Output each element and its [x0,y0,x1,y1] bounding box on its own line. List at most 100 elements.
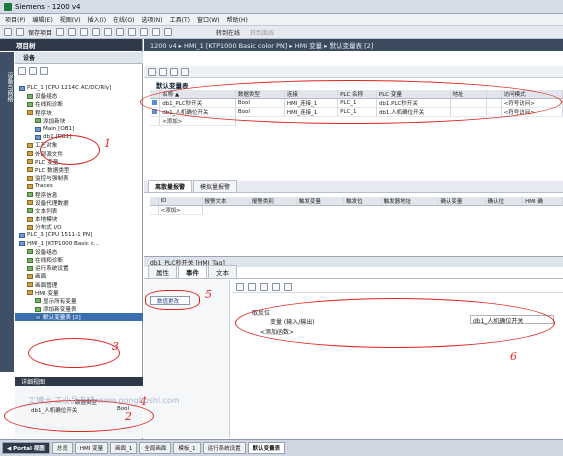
tree-node[interactable]: 文本列表 [15,207,143,215]
menu-item-5[interactable]: 选项(N) [141,15,162,24]
tree-node[interactable]: 在线和诊断 [15,100,143,108]
side-tab-strip[interactable]: 设备与网络 [0,52,14,372]
upload-icon[interactable] [164,28,173,36]
add-alarm-row[interactable]: <添加> [150,205,563,215]
taskbar-item-3[interactable]: 全局画面 [139,442,172,454]
tree-node-icon [27,224,33,230]
open-project-icon[interactable] [16,28,24,36]
export-icon[interactable] [170,67,178,76]
tree-node[interactable]: 本地模块 [15,215,143,223]
alarm-table: ID 报警文本 报警类别 触发变量 触发位 触发器地址 确认变量 确认位 HMI 确 <添加> [150,197,563,215]
back-icon[interactable] [18,67,26,75]
alarm-col-header[interactable]: 触发器地址 [381,197,439,206]
delete-icon[interactable] [104,28,113,36]
taskbar-item-4[interactable]: 模板_1 [173,442,201,454]
tab-analog-alarms[interactable]: 模拟量报警 [193,180,238,192]
tree-node-label: 程序块 [35,110,52,117]
menu-item-6[interactable]: 工具(T) [170,15,190,24]
tree-node[interactable]: 添加新块 [15,117,143,125]
tree-node[interactable]: 程序块 [15,109,143,117]
refresh-icon[interactable] [40,67,48,75]
tree-node-icon [27,142,33,148]
editor-breadcrumb: 1200 v4 ▸ HMI_1 [KTP1000 Basic color PN]… [144,39,563,51]
portal-view-button[interactable]: ◀ Portal 视图 [2,442,50,454]
grid-icon[interactable] [272,282,280,291]
taskbar-item-2[interactable]: 画面_1 [110,442,138,454]
tree-node[interactable]: 设备组态 [15,248,143,256]
tree-node[interactable]: PLC_1 [CPU 1214C AC/DC/Rly] [15,84,143,92]
tree-node-icon [27,151,33,157]
list-icon[interactable] [260,282,268,291]
tree-node-label: 本地模块 [35,217,58,224]
tab-discrete-alarms[interactable]: 离散量报警 [148,180,193,192]
menu-item-0[interactable]: 项目(P) [5,15,25,24]
tab-events[interactable]: 事件 [178,265,207,278]
menu-item-3[interactable]: 插入(I) [88,15,106,24]
download-icon[interactable] [152,28,161,36]
tree-node[interactable]: 画面管理 [15,281,143,289]
tree-node[interactable]: PLC 数据类型 [15,166,143,174]
tab-texts[interactable]: 文本 [208,265,237,278]
tree-node[interactable]: 在线和诊断 [15,256,143,264]
tree-node[interactable]: 默认变量表 [2] [15,313,143,322]
alarm-col-header[interactable]: ID [158,197,203,206]
save-project-button[interactable]: 保存项目 [28,28,52,37]
print-icon[interactable] [56,28,65,36]
taskbar-item-6[interactable]: 默认变量表 [247,442,286,454]
devices-tab[interactable]: 设备 [15,52,143,64]
menu-item-2[interactable]: 视图(V) [60,15,81,24]
forward-icon[interactable] [29,67,37,75]
alarm-col-header[interactable]: 触发变量 [296,197,345,206]
delete-function-icon[interactable] [284,282,292,291]
cut-icon[interactable] [68,28,77,36]
tree-node[interactable]: 添加新变量表 [15,305,143,313]
tree-node[interactable]: 显示所有变量 [15,297,143,305]
menu-item-8[interactable]: 帮助(H) [227,15,248,24]
tree-node[interactable]: Traces [15,182,143,190]
copy-icon[interactable] [80,28,89,36]
redo-icon[interactable] [128,28,137,36]
new-project-icon[interactable] [4,28,12,36]
tree-node[interactable]: 程序信息 [15,190,143,199]
annotation-circle-tag-table-tree [28,338,120,368]
move-down-icon[interactable] [248,282,256,291]
compile-icon[interactable] [140,28,149,36]
tree-node[interactable]: 设备组态 [15,92,143,100]
alarm-col-header[interactable]: 报警类别 [249,197,297,206]
go-offline-button[interactable]: 转到离线 [250,28,274,37]
alarm-col-header[interactable]: HMI 确 [522,197,563,206]
taskbar-item-5[interactable]: 运行系统设置 [202,442,246,454]
add-row-icon[interactable] [148,67,156,76]
filter-icon[interactable] [181,67,189,76]
taskbar-item-0[interactable]: 总览 [51,442,73,454]
tree-node[interactable]: 设备代理数据 [15,199,143,207]
annotation-5: 5 [205,288,212,301]
taskbar-item-1[interactable]: HMI 变量 [74,442,109,454]
details-view-title[interactable]: 详细视图 [15,377,143,386]
tree-node[interactable]: HMI_1 [KTP1000 Basic c... [15,240,143,248]
tree-node[interactable]: Main [OB1] [15,125,143,133]
menu-item-4[interactable]: 在线(O) [113,15,134,24]
insert-icon[interactable] [159,67,167,76]
tree-node[interactable]: 分布式 I/O [15,223,143,231]
move-up-icon[interactable] [236,282,244,291]
tree-node[interactable]: 监控与强制表 [15,174,143,182]
tree-node-label: Traces [35,183,53,190]
tree-node[interactable]: 画面 [15,272,143,280]
tree-toolbar [18,67,48,75]
tab-properties[interactable]: 属性 [148,265,177,278]
paste-icon[interactable] [92,28,101,36]
alarm-col-header[interactable]: 触发位 [343,197,382,206]
menu-item-7[interactable]: 窗口(W) [197,15,220,24]
tree-node[interactable]: HMI 变量 [15,289,143,297]
annotation-circle-event [145,290,200,310]
tree-node-label: 监控与强制表 [35,176,69,183]
alarm-col-header[interactable]: 报警文本 [202,197,250,206]
go-online-button[interactable]: 转到在线 [216,28,240,37]
undo-icon[interactable] [116,28,125,36]
alarm-col-header[interactable]: 确认位 [485,197,524,206]
menu-item-1[interactable]: 编辑(E) [32,15,52,24]
tree-node[interactable]: PLC_3 [CPU 1511-1 PN] [15,231,143,239]
alarm-col-header[interactable]: 确认变量 [437,197,486,206]
tree-node[interactable]: 运行系统设置 [15,264,143,272]
